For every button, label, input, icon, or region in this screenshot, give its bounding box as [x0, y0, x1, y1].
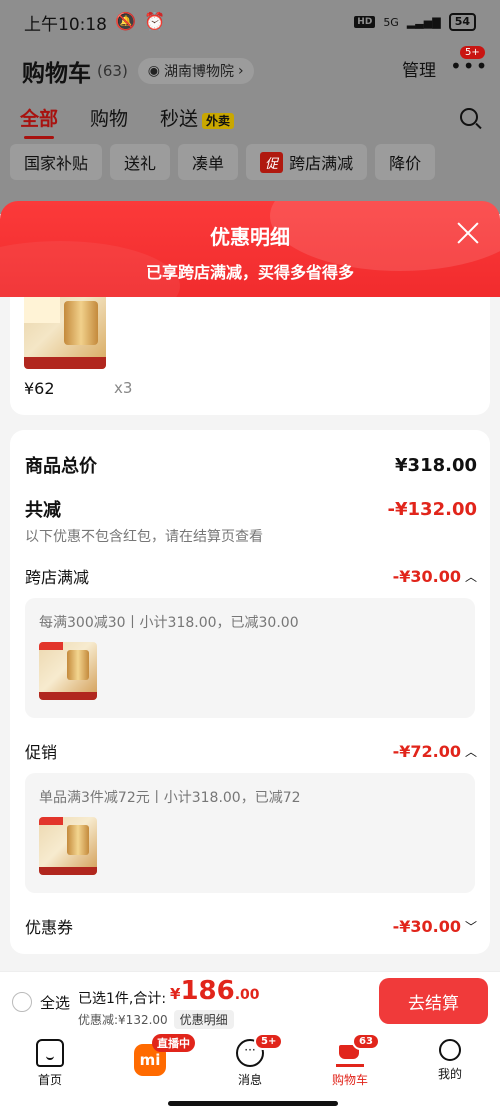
product-thumbnail [39, 817, 97, 875]
close-icon[interactable] [456, 221, 480, 245]
reduce-value: -¥132.00 [387, 498, 477, 520]
nav-me[interactable]: 我的 [420, 1039, 480, 1082]
reduce-row: 共减 -¥132.00 [25, 496, 477, 522]
total-value: ¥318.00 [395, 454, 477, 476]
manage-button[interactable]: 管理 [402, 56, 436, 81]
nav-cart-label: 购物车 [331, 1073, 368, 1087]
total-price: ¥186.00 [170, 976, 260, 1006]
note-row: 以下优惠不包含红包，请在结算页查看 [25, 526, 477, 546]
cart-count: (63) [97, 62, 128, 80]
filter-cross-store[interactable]: 促 跨店满减 [246, 144, 368, 180]
cross-store-detail: 每满300减30丨小计318.00，已减30.00 [25, 598, 475, 718]
discount-detail-button[interactable]: 优惠明细 [173, 1010, 234, 1029]
filter-price-drop[interactable]: 降价 [375, 144, 436, 180]
nav-home-label: 首页 [37, 1073, 62, 1087]
nav-me-label: 我的 [437, 1067, 462, 1081]
chevron-down-icon: ﹀ [464, 919, 477, 934]
product-qty: x3 [114, 379, 133, 397]
hd-icon: HD [354, 16, 376, 28]
coupon-row[interactable]: 优惠券 -¥30.00 ﹀ [25, 914, 477, 938]
selected-count: 已选1件,合计: [78, 991, 167, 1007]
discount-note: 以下优惠不包含红包，请在结算页查看 [25, 529, 263, 545]
home-icon [36, 1039, 64, 1067]
takeout-tag: 外卖 [202, 113, 235, 129]
promotion-detail-text: 单品满3件减72元丨小计318.00，已减72 [39, 790, 301, 806]
filter-gift[interactable]: 送礼 [110, 144, 171, 180]
battery-icon: 54 [448, 13, 476, 31]
filter-chips: 国家补贴 送礼 凑单 促 跨店满减 降价 [10, 144, 436, 180]
signal-icon: ▂▃▅▇ [406, 15, 441, 29]
promotion-value: -¥72.00 [392, 741, 461, 761]
discount-sheet-body: ¥62 x3 商品总价 ¥318.00 共减 -¥132.00 以下优惠不包含红… [0, 297, 500, 971]
product-card: ¥62 x3 [10, 297, 490, 415]
messages-badge: 5+ [254, 1033, 284, 1050]
home-indicator[interactable] [168, 1101, 338, 1106]
tab-all[interactable]: 全部 [20, 104, 58, 139]
cross-store-value: -¥30.00 [392, 566, 461, 586]
tab-shopping[interactable]: 购物 [90, 104, 128, 131]
checkout-bar: 全选 已选1件,合计: ¥186.00 优惠减:¥132.00 优惠明细 去结算 [0, 971, 500, 1031]
total-row: 商品总价 ¥318.00 [25, 452, 477, 478]
filter-bundle[interactable]: 凑单 [178, 144, 239, 180]
promotion-row[interactable]: 促销 -¥72.00 ︿ [25, 739, 477, 763]
chevron-up-icon: ︿ [464, 569, 477, 584]
promotion-label: 促销 [25, 743, 58, 762]
cross-store-detail-text: 每满300减30丨小计318.00，已减30.00 [39, 615, 299, 631]
promo-tag: 促 [260, 151, 284, 173]
tab-instant-label: 秒送 [160, 108, 199, 130]
search-icon[interactable] [460, 108, 478, 126]
product-price: ¥62 [24, 379, 55, 398]
chevron-right-icon: › [238, 63, 244, 79]
product-image [24, 297, 106, 369]
person-icon [439, 1039, 461, 1061]
status-bar: 上午10:18 🔕 ⏰ HD 5G ▂▃▅▇ 54 [0, 0, 500, 44]
chevron-up-icon: ︿ [464, 744, 477, 759]
promotion-detail: 单品满3件减72元丨小计318.00，已减72 [25, 773, 475, 893]
cross-store-label: 跨店满减 [25, 568, 90, 587]
eye-icon: ◉ [147, 63, 161, 79]
alarm-icon: ⏰ [144, 12, 166, 32]
discount-summary-card: 商品总价 ¥318.00 共减 -¥132.00 以下优惠不包含红包，请在结算页… [10, 430, 490, 954]
coupon-value: -¥30.00 [392, 916, 461, 936]
checkout-button[interactable]: 去结算 [379, 978, 488, 1024]
nav-messages-label: 消息 [237, 1073, 262, 1087]
status-time: 上午10:18 [24, 14, 107, 35]
coupon-label: 优惠券 [25, 918, 74, 937]
page-title: 购物车 [22, 61, 91, 87]
filter-cross-store-label: 跨店满减 [289, 154, 354, 173]
select-all-radio[interactable] [12, 992, 32, 1012]
discount-amount: 优惠减:¥132.00 [78, 1013, 168, 1027]
bottom-nav: 首页 mi 直播中 消息 5+ 购物车 63 我的 [0, 1031, 500, 1111]
cart-header: 购物车 (63) ◉ 湖南博物院 › 管理 ••• 5+ 全部 购物 秒送 外卖 … [0, 44, 500, 214]
cart-badge: 63 [352, 1033, 380, 1050]
sheet-title: 优惠明细 [210, 225, 290, 249]
network-label: 5G [383, 15, 399, 29]
cross-store-row[interactable]: 跨店满减 -¥30.00 ︿ [25, 564, 477, 588]
select-all-label[interactable]: 全选 [40, 992, 70, 1013]
reduce-label: 共减 [25, 500, 61, 521]
more-badge: 5+ [460, 46, 485, 59]
discount-sheet-header: 优惠明细 已享跨店满减，买得多省得多 [0, 201, 500, 301]
nav-home[interactable]: 首页 [20, 1039, 80, 1088]
tab-instant[interactable]: 秒送 外卖 [160, 104, 235, 131]
filter-subsidy[interactable]: 国家补贴 [10, 144, 103, 180]
product-thumbnail [39, 642, 97, 700]
mute-icon: 🔕 [115, 12, 137, 32]
live-badge: 直播中 [152, 1034, 195, 1052]
sheet-subtitle: 已享跨店满减，买得多省得多 [145, 263, 354, 282]
tab-bar: 全部 购物 秒送 外卖 [20, 104, 235, 139]
total-label: 商品总价 [25, 456, 97, 477]
location-selector[interactable]: ◉ 湖南博物院 › [137, 58, 254, 84]
location-label: 湖南博物院 [164, 64, 235, 80]
